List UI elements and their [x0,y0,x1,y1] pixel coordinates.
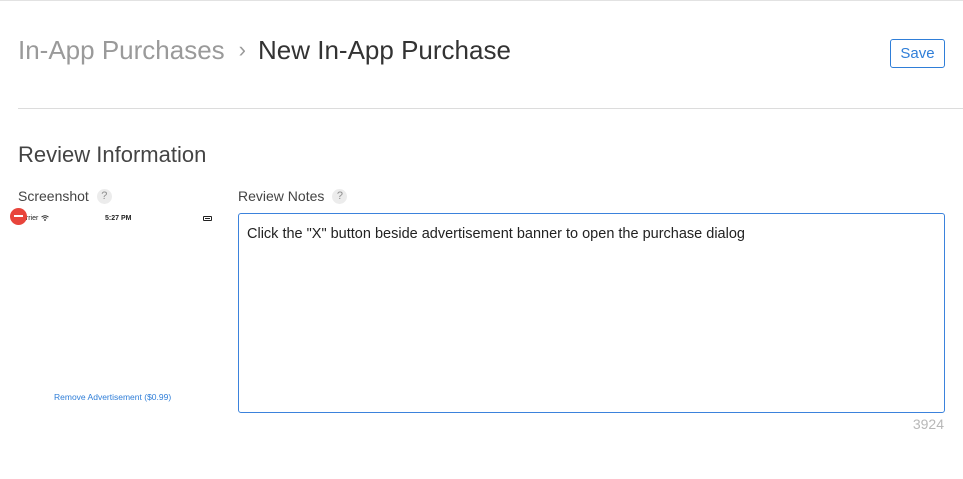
screenshot-label-row: Screenshot ? [18,188,112,204]
page-title: New In-App Purchase [258,34,511,65]
top-border [0,0,963,1]
chevron-right-icon: › [238,37,246,62]
status-time: 5:27 PM [105,215,132,222]
review-notes-label-row: Review Notes ? [238,188,348,204]
remove-advertisement-label: Remove Advertisement ($0.99) [54,392,172,402]
screenshot-thumbnail[interactable]: arrier 5:27 PM Remove Advertisement ($0.… [10,208,218,418]
breadcrumb: In-App Purchases › New In-App Purchase [18,30,511,70]
screenshot-help-icon[interactable]: ? [96,188,112,204]
phone-status-bar: arrier 5:27 PM [18,214,218,226]
save-button[interactable]: Save [890,39,945,68]
review-notes-label: Review Notes [238,188,325,204]
review-notes-help-icon[interactable]: ? [332,188,348,204]
review-notes-textarea[interactable]: Click the "X" button beside advertisemen… [238,213,945,413]
header-divider [18,108,963,109]
battery-icon [203,216,212,221]
wifi-icon [41,215,50,222]
character-counter: 3924 [912,416,944,432]
screenshot-label: Screenshot [18,188,89,204]
section-title: Review Information [18,142,207,167]
delete-screenshot-icon[interactable] [10,208,27,225]
breadcrumb-parent-link[interactable]: In-App Purchases [18,35,225,66]
